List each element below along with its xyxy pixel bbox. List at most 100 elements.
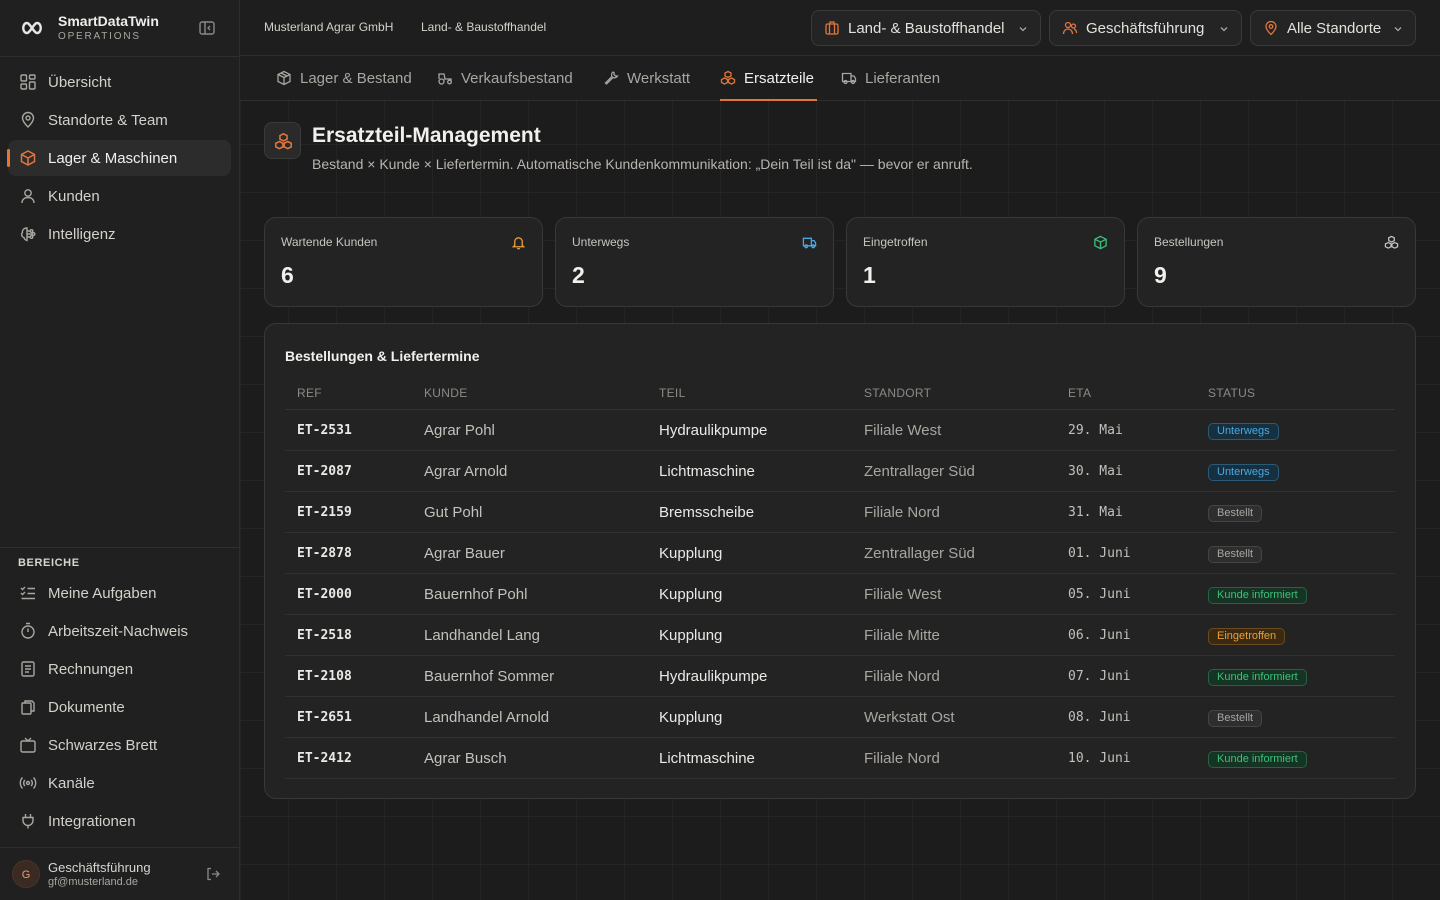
table-row[interactable]: ET-2000 Bauernhof Pohl Kupplung Filiale Wes…	[285, 574, 1395, 615]
sidebar-item-label: Arbeitszeit-Nachweis	[48, 623, 189, 640]
section-title: BEREICHE	[18, 557, 80, 569]
cell-eta: 10. Juni	[1068, 751, 1131, 766]
cell-teil: Kupplung	[659, 627, 723, 644]
broadcast-icon	[19, 777, 37, 789]
tab-label: Werkstatt	[627, 70, 691, 87]
column-header-kunde[interactable]: KUNDE	[424, 386, 468, 400]
status-badge: Kunde informiert	[1208, 587, 1307, 604]
table-row[interactable]: ET-2412 Agrar Busch Lichtmaschine Filiale N…	[285, 738, 1395, 779]
brain-icon	[20, 227, 36, 242]
cell-teil: Lichtmaschine	[659, 463, 755, 480]
location-select-label: Alle Standorte	[1287, 20, 1382, 37]
sidebar-item-integrationen[interactable]: Integrationen	[8, 803, 231, 839]
user-icon	[21, 189, 35, 204]
cell-ref: ET-2518	[297, 628, 352, 643]
tab-werkstatt[interactable]: Werkstatt	[603, 56, 693, 101]
stat-value: 9	[1154, 262, 1167, 288]
sidebar-item-standorte-team[interactable]: Standorte & Team	[8, 102, 231, 138]
user-email: gf@musterland.de	[48, 876, 139, 888]
cell-ref: ET-2651	[297, 710, 352, 725]
stat-label: Unterwegs	[572, 235, 630, 249]
package-check-icon	[1094, 235, 1107, 250]
tab-label: Lager & Bestand	[300, 70, 412, 87]
location-select[interactable]: Alle Standorte	[1250, 10, 1416, 46]
table-row[interactable]: ET-2518 Landhandel Lang Kupplung Filiale Mi…	[285, 615, 1395, 656]
column-header-ref[interactable]: REF	[297, 386, 322, 400]
column-header-teil[interactable]: TEIL	[659, 386, 686, 400]
column-header-status[interactable]: STATUS	[1208, 386, 1255, 400]
cell-teil: Kupplung	[659, 709, 723, 726]
brand[interactable]: SmartDataTwin OPERATIONS	[0, 0, 239, 56]
table-row[interactable]: ET-2159 Gut Pohl Bremsscheibe Filiale Nord 3…	[285, 492, 1395, 533]
table-row[interactable]: ET-2531 Agrar Pohl Hydraulikpumpe Filiale W…	[285, 410, 1395, 451]
box-icon	[20, 150, 36, 166]
stat-card-wartende-kunden[interactable]: Wartende Kunden 6	[264, 217, 543, 307]
boxes-icon	[1384, 235, 1399, 249]
status-badge: Bestellt	[1208, 710, 1263, 727]
sidebar-item-uebersicht[interactable]: Übersicht	[8, 64, 231, 100]
sidebar-item-kanaele[interactable]: Kanäle	[8, 765, 231, 801]
sidebar-item-rechnungen[interactable]: Rechnungen	[8, 651, 231, 687]
column-header-standort[interactable]: STANDORT	[864, 386, 931, 400]
tv-board-icon	[20, 737, 36, 753]
table-row[interactable]: ET-2651 Landhandel Arnold Kupplung Werkstat…	[285, 697, 1395, 738]
column-header-eta[interactable]: ETA	[1068, 386, 1091, 400]
plug-icon	[22, 814, 34, 829]
sidebar-item-label: Schwarzes Brett	[48, 737, 158, 754]
sidebar-item-schwarzes-brett[interactable]: Schwarzes Brett	[8, 727, 231, 763]
main-content: Musterland Agrar GmbH Land- & Baustoffha…	[240, 0, 1440, 900]
tab-lager-bestand[interactable]: Lager & Bestand	[276, 56, 412, 101]
boxes-icon	[275, 132, 292, 150]
breadcrumb-division[interactable]: Land- & Baustoffhandel	[421, 20, 546, 34]
invoice-icon	[21, 661, 35, 677]
sidebar-item-label: Kanäle	[48, 775, 95, 792]
wrench-icon	[604, 71, 619, 85]
cell-ref: ET-2412	[297, 751, 352, 766]
sidebar-collapse-icon[interactable]	[198, 20, 216, 36]
sidebar-item-dokumente[interactable]: Dokumente	[8, 689, 231, 725]
tab-lieferanten[interactable]: Lieferanten	[841, 56, 943, 101]
stat-value: 2	[572, 262, 585, 288]
sidebar-item-lager-maschinen[interactable]: Lager & Maschinen	[7, 140, 231, 176]
cell-standort: Filiale Nord	[864, 504, 940, 521]
table-row[interactable]: ET-2878 Agrar Bauer Kupplung Zentrallager S…	[285, 533, 1395, 574]
table-row[interactable]: ET-2108 Bauernhof Sommer Hydraulikpumpe Fil…	[285, 656, 1395, 697]
division-select[interactable]: Land- & Baustoffhandel	[811, 10, 1041, 46]
cell-ref: ET-2878	[297, 546, 352, 561]
divider	[0, 547, 239, 548]
cell-kunde: Landhandel Lang	[424, 627, 540, 644]
brand-name: SmartDataTwin	[58, 13, 159, 29]
sidebar-item-meine-aufgaben[interactable]: Meine Aufgaben	[8, 575, 231, 611]
cell-eta: 29. Mai	[1068, 423, 1123, 438]
sidebar-item-intelligenz[interactable]: Intelligenz	[8, 216, 231, 252]
role-select[interactable]: Geschäftsführung	[1049, 10, 1242, 46]
truck-icon	[841, 72, 857, 85]
cell-ref: ET-2000	[297, 587, 352, 602]
stat-card-unterwegs[interactable]: Unterwegs 2	[555, 217, 834, 307]
sidebar-item-label: Meine Aufgaben	[48, 585, 157, 602]
logout-icon[interactable]	[205, 866, 221, 882]
orders-table-card: Bestellungen & Liefertermine REF KUNDE T…	[264, 323, 1416, 799]
status-badge: Bestellt	[1208, 505, 1263, 522]
sidebar-item-label: Dokumente	[48, 699, 125, 716]
sidebar-item-label: Rechnungen	[48, 661, 134, 678]
tab-ersatzteile[interactable]: Ersatzteile	[720, 56, 817, 101]
cell-kunde: Bauernhof Pohl	[424, 586, 528, 603]
sidebar-item-arbeitszeit[interactable]: Arbeitszeit-Nachweis	[8, 613, 231, 649]
map-pin-icon	[1265, 20, 1277, 36]
avatar: G	[12, 860, 40, 888]
tab-verkaufsbestand[interactable]: Verkaufsbestand	[437, 56, 575, 101]
sidebar: SmartDataTwin OPERATIONS Übersicht Stand…	[0, 0, 240, 900]
stat-card-eingetroffen[interactable]: Eingetroffen 1	[846, 217, 1125, 307]
stat-card-bestellungen[interactable]: Bestellungen 9	[1137, 217, 1416, 307]
breadcrumb-company[interactable]: Musterland Agrar GmbH	[264, 20, 393, 34]
cell-standort: Filiale West	[864, 586, 942, 603]
sidebar-item-kunden[interactable]: Kunden	[8, 178, 231, 214]
chevron-down-icon	[1220, 27, 1228, 32]
divider	[0, 56, 239, 57]
role-select-label: Geschäftsführung	[1086, 20, 1205, 37]
table-row[interactable]: ET-2087 Agrar Arnold Lichtmaschine Zentrall…	[285, 451, 1395, 492]
user-profile[interactable]: G Geschäftsführung gf@musterland.de	[0, 848, 239, 900]
chevron-down-icon	[1019, 27, 1027, 32]
cell-standort: Zentrallager Süd	[864, 545, 975, 562]
